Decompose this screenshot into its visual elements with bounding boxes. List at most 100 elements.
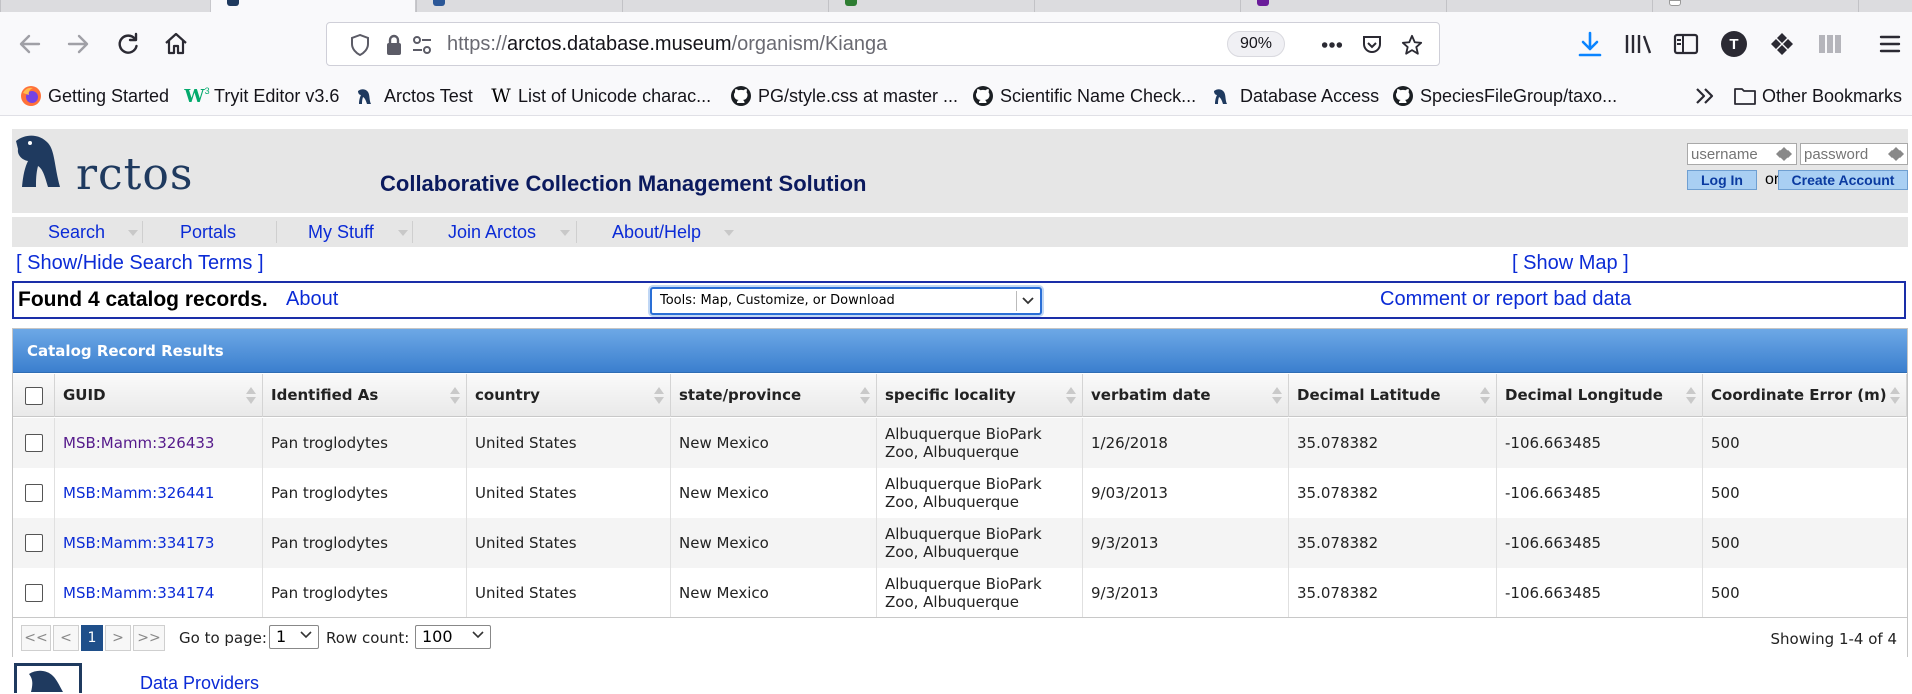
guid-link[interactable]: MSB:Mamm:326441 — [63, 484, 214, 502]
column-header-guid[interactable]: GUID — [55, 374, 263, 417]
menu-join-arctos[interactable]: Join Arctos — [448, 217, 536, 247]
shield-icon[interactable] — [349, 34, 371, 56]
browser-tab[interactable] — [828, 0, 1034, 12]
bookmark-arctos-test[interactable]: Arctos Test — [356, 76, 473, 116]
row-checkbox[interactable] — [24, 484, 43, 502]
latitude-cell: 35.078382 — [1289, 568, 1497, 618]
current-page-button[interactable]: 1 — [81, 625, 103, 651]
previous-page-button[interactable]: < — [53, 625, 79, 651]
browser-tab[interactable] — [1034, 0, 1240, 12]
go-to-page-select[interactable]: 1 — [269, 625, 319, 649]
url-bar[interactable]: https://arctos.database.museum/organism/… — [326, 22, 1440, 66]
reload-button[interactable] — [112, 28, 144, 60]
arctos-bear-icon — [356, 85, 378, 107]
menu-search[interactable]: Search — [48, 217, 105, 247]
bookmarks-overflow-button[interactable] — [1694, 76, 1716, 116]
zoom-level-badge[interactable]: 90% — [1227, 31, 1285, 57]
bookmark-star-button[interactable] — [1401, 34, 1423, 56]
row-checkbox[interactable] — [24, 534, 43, 552]
row-checkbox[interactable] — [24, 434, 43, 452]
grid-header-row: GUID Identified As country state/provinc… — [13, 374, 1907, 417]
back-button[interactable] — [14, 28, 46, 60]
bookmark-tryit-editor[interactable]: W3 Tryit Editor v3.6 — [184, 76, 339, 116]
guid-link[interactable]: MSB:Mamm:326433 — [63, 434, 214, 452]
row-checkbox[interactable] — [24, 584, 43, 602]
comment-report-link[interactable]: Comment or report bad data — [1380, 288, 1631, 311]
menu-caret-icon — [560, 230, 570, 236]
first-page-button[interactable]: << — [21, 625, 51, 651]
profile-avatar: T — [1721, 31, 1747, 57]
bookmark-list-of-unicode[interactable]: W List of Unicode charac... — [490, 76, 711, 116]
extension-button[interactable] — [1766, 28, 1798, 60]
browser-tab[interactable] — [1858, 0, 1912, 12]
column-header-country[interactable]: country — [467, 374, 671, 417]
menu-portals[interactable]: Portals — [180, 217, 236, 247]
password-manager-icon[interactable] — [1888, 147, 1904, 161]
menu-my-stuff[interactable]: My Stuff — [308, 217, 374, 247]
longitude-cell: -106.663485 — [1497, 468, 1703, 518]
permissions-icon[interactable] — [411, 34, 433, 56]
data-providers-link[interactable]: Data Providers — [140, 673, 259, 694]
browser-tab[interactable] — [1240, 0, 1446, 12]
lock-icon[interactable] — [383, 34, 405, 56]
column-header-decimal-latitude[interactable]: Decimal Latitude — [1289, 374, 1497, 417]
github-icon — [972, 85, 994, 107]
browser-tab[interactable] — [0, 0, 210, 12]
row-count-select[interactable]: 100 — [415, 625, 491, 649]
bookmark-database-access[interactable]: Database Access — [1212, 76, 1379, 116]
column-label: Coordinate Error (m) — [1711, 386, 1887, 404]
sidebar-button[interactable] — [1670, 28, 1702, 60]
logo-wordmark[interactable]: rctos — [76, 149, 193, 200]
browser-tab[interactable] — [622, 0, 828, 12]
url-path: /organism/Kianga — [731, 33, 888, 55]
column-header-decimal-longitude[interactable]: Decimal Longitude — [1497, 374, 1703, 417]
downloads-button[interactable] — [1574, 28, 1606, 60]
about-link[interactable]: About — [286, 288, 338, 311]
browser-tab[interactable] — [416, 0, 622, 12]
table-row[interactable]: MSB:Mamm:326441 Pan troglodytes United S… — [13, 468, 1907, 518]
last-page-button[interactable]: >> — [133, 625, 165, 651]
table-row[interactable]: MSB:Mamm:326433 Pan troglodytes United S… — [13, 418, 1907, 468]
bookmark-getting-started[interactable]: Getting Started — [20, 76, 169, 116]
tools-select[interactable]: Tools: Map, Customize, or Download — [650, 287, 1042, 315]
pocket-button[interactable] — [1361, 34, 1383, 56]
table-row[interactable]: MSB:Mamm:334174 Pan troglodytes United S… — [13, 568, 1907, 618]
bookmark-scientific-name-check[interactable]: Scientific Name Check... — [972, 76, 1196, 116]
menu-about-help[interactable]: About/Help — [612, 217, 701, 247]
other-bookmarks-folder[interactable]: Other Bookmarks — [1734, 76, 1902, 116]
sort-icon — [450, 387, 460, 405]
column-header-identified-as[interactable]: Identified As — [263, 374, 467, 417]
show-map-link[interactable]: [ Show Map ] — [1512, 252, 1629, 275]
column-header-coordinate-error[interactable]: Coordinate Error (m) — [1703, 374, 1907, 417]
column-header-specific-locality[interactable]: specific locality — [877, 374, 1083, 417]
library-button[interactable] — [1622, 28, 1654, 60]
select-all-checkbox[interactable] — [24, 386, 43, 405]
create-account-button[interactable]: Create Account — [1778, 170, 1908, 190]
table-row[interactable]: MSB:Mamm:334173 Pan troglodytes United S… — [13, 518, 1907, 568]
sort-icon — [1066, 387, 1076, 405]
forward-button[interactable] — [62, 28, 94, 60]
bookmark-pg-style[interactable]: PG/style.css at master ... — [730, 76, 958, 116]
url-text[interactable]: https://arctos.database.museum/organism/… — [447, 23, 887, 65]
home-button[interactable] — [160, 28, 192, 60]
reader-view-button[interactable] — [1814, 28, 1846, 60]
next-page-button[interactable]: > — [105, 625, 131, 651]
bookmark-speciesfilegroup[interactable]: SpeciesFileGroup/taxo... — [1392, 76, 1617, 116]
account-button[interactable]: T — [1718, 28, 1750, 60]
column-header-state-province[interactable]: state/province — [671, 374, 877, 417]
state-cell: New Mexico — [671, 568, 877, 618]
browser-tab-active[interactable] — [210, 0, 416, 12]
show-hide-search-terms-link[interactable]: [ Show/Hide Search Terms ] — [16, 252, 264, 275]
data-provider-logo[interactable] — [14, 663, 82, 693]
guid-link[interactable]: MSB:Mamm:334174 — [63, 584, 214, 602]
password-manager-icon[interactable] — [1776, 147, 1792, 161]
page-actions-menu[interactable] — [1321, 34, 1343, 56]
browser-tab[interactable] — [1652, 0, 1858, 12]
arctos-bear-logo-icon[interactable] — [14, 133, 76, 195]
column-header-verbatim-date[interactable]: verbatim date — [1083, 374, 1289, 417]
log-in-button[interactable]: Log In — [1687, 170, 1757, 190]
browser-tab[interactable] — [1446, 0, 1652, 12]
home-icon — [165, 32, 187, 55]
app-menu-button[interactable] — [1874, 28, 1906, 60]
guid-link[interactable]: MSB:Mamm:334173 — [63, 534, 214, 552]
